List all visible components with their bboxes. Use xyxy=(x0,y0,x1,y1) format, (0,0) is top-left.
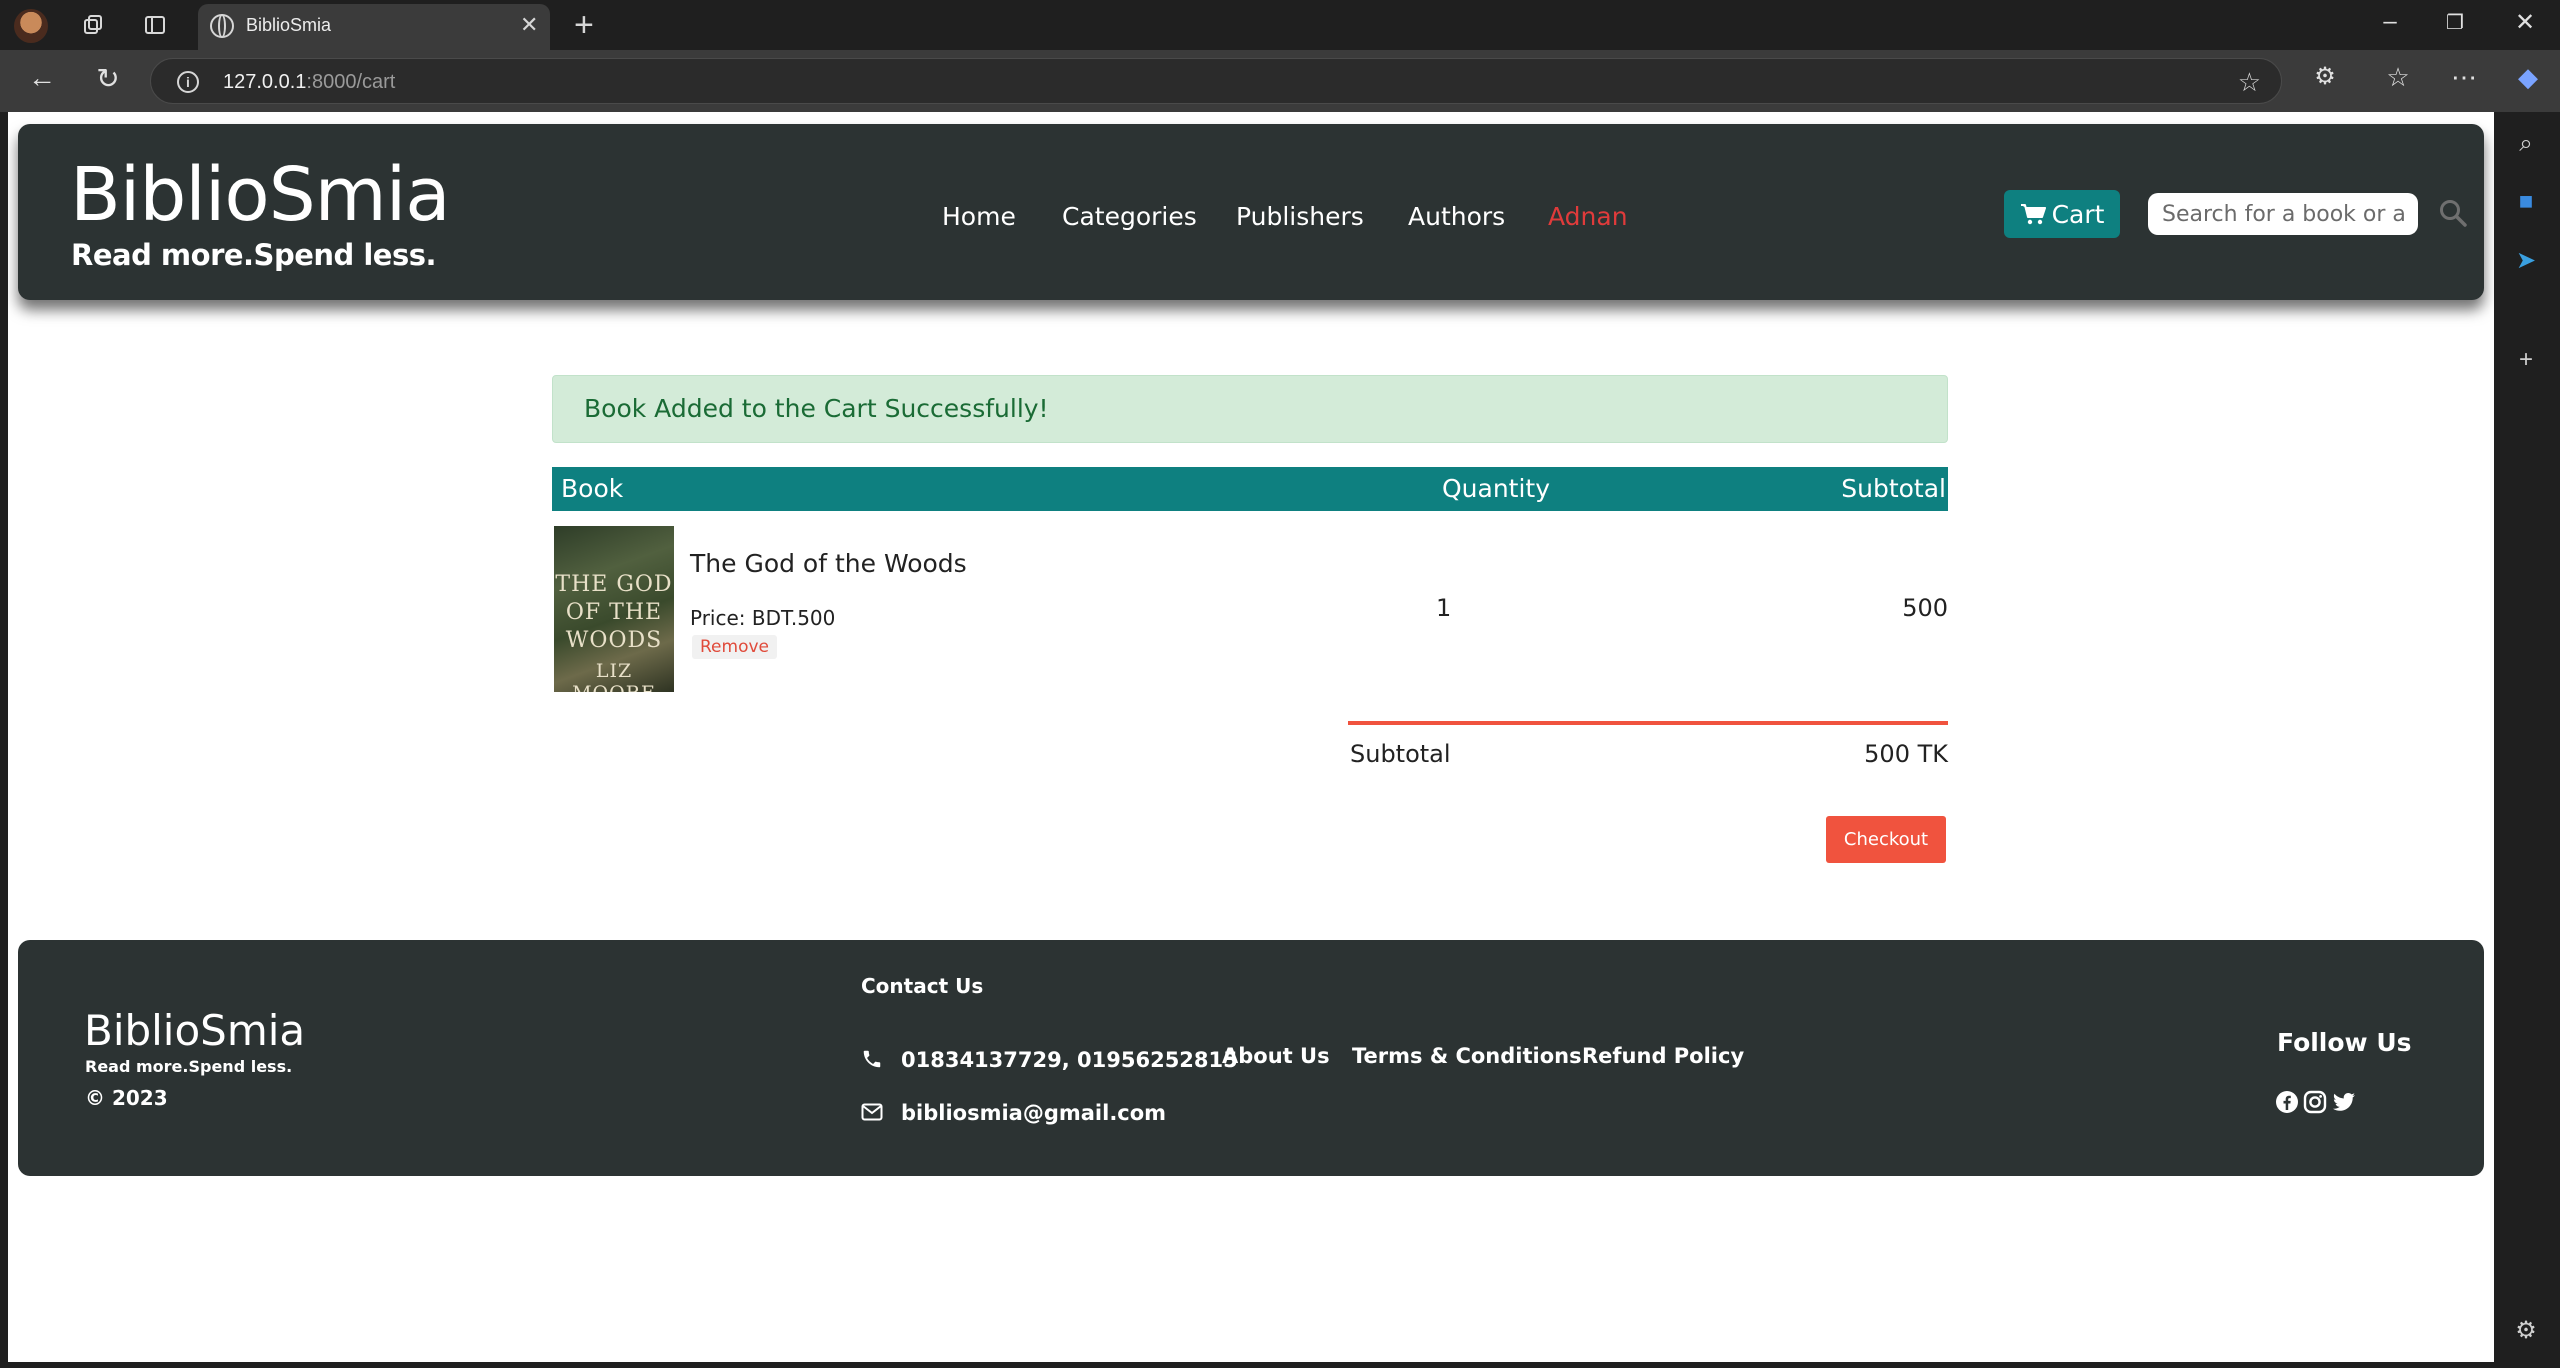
outlook-icon[interactable]: ■ xyxy=(2508,184,2544,220)
footer-link-refund[interactable]: Refund Policy xyxy=(1582,1044,1744,1068)
nav-publishers[interactable]: Publishers xyxy=(1236,202,1364,231)
checkout-button[interactable]: Checkout xyxy=(1826,816,1946,863)
tab-title: BiblioSmia xyxy=(246,15,332,35)
summary-label: Subtotal xyxy=(1350,740,1451,768)
settings-icon[interactable]: ⚙ xyxy=(2508,1312,2544,1348)
minimize-icon[interactable]: – xyxy=(2370,8,2410,36)
column-subtotal: Subtotal xyxy=(1841,474,1946,503)
summary-divider xyxy=(1348,721,1948,725)
extensions-icon[interactable]: ⚙ xyxy=(2305,62,2345,91)
window-close-icon[interactable]: ✕ xyxy=(2505,8,2545,37)
more-menu-icon[interactable]: ⋯ xyxy=(2444,62,2484,93)
site-footer: BiblioSmia Read more.Spend less. © 2023 … xyxy=(18,940,2484,1176)
nav-home[interactable]: Home xyxy=(942,202,1016,231)
footer-tagline: Read more.Spend less. xyxy=(85,1057,293,1076)
browser-side-panel: ⌕ ■ ➤ + ⚙ xyxy=(2494,112,2560,1368)
url-text: 127.0.0.1:8000/cart xyxy=(223,71,396,93)
facebook-icon[interactable] xyxy=(2275,1090,2299,1114)
close-tab-icon[interactable]: ✕ xyxy=(520,12,538,38)
profile-avatar[interactable] xyxy=(14,9,48,43)
item-subtotal: 500 xyxy=(1902,594,1948,622)
cart-table-header: Book Quantity Subtotal xyxy=(552,467,1948,511)
book-title[interactable]: The God of the Woods xyxy=(690,549,967,578)
twitter-icon[interactable] xyxy=(2332,1090,2356,1114)
nav-categories[interactable]: Categories xyxy=(1062,202,1197,231)
search-sidebar-icon[interactable]: ⌕ xyxy=(2508,126,2544,162)
nav-authors[interactable]: Authors xyxy=(1408,202,1505,231)
workspaces-icon[interactable] xyxy=(76,8,110,42)
footer-link-terms[interactable]: Terms & Conditions xyxy=(1352,1044,1582,1068)
search-input[interactable] xyxy=(2148,193,2418,235)
cart-button[interactable]: Cart xyxy=(2004,190,2120,238)
favorite-star-icon[interactable]: ☆ xyxy=(2238,67,2261,98)
book-price: Price: BDT.500 xyxy=(690,606,836,630)
new-tab-icon[interactable]: + xyxy=(574,6,594,45)
item-quantity: 1 xyxy=(1436,594,1452,622)
footer-copyright: © 2023 xyxy=(85,1086,168,1110)
browser-tab-bar: BiblioSmia ✕ + – ❐ ✕ xyxy=(0,0,2560,50)
summary-total: 500 TK xyxy=(1864,740,1948,768)
contact-email[interactable]: bibliosmia@gmail.com xyxy=(901,1101,1166,1125)
address-bar[interactable]: i 127.0.0.1:8000/cart ☆ xyxy=(150,58,2282,104)
phone-icon xyxy=(863,1050,881,1068)
globe-icon xyxy=(210,14,234,38)
follow-title: Follow Us xyxy=(2277,1028,2412,1057)
email-icon xyxy=(861,1103,883,1121)
contact-phone[interactable]: 01834137729, 01956252815 xyxy=(901,1048,1238,1072)
cart-icon xyxy=(2020,204,2046,225)
footer-link-about[interactable]: About Us xyxy=(1222,1044,1330,1068)
site-info-icon[interactable]: i xyxy=(177,71,199,93)
site-header: BiblioSmia Read more.Spend less. Home Ca… xyxy=(18,124,2484,300)
site-logo[interactable]: BiblioSmia xyxy=(70,152,451,238)
tab-actions-icon[interactable] xyxy=(138,8,172,42)
remove-button[interactable]: Remove xyxy=(692,635,777,659)
footer-logo[interactable]: BiblioSmia xyxy=(84,1006,305,1055)
cart-label: Cart xyxy=(2051,199,2105,229)
add-sidebar-icon[interactable]: + xyxy=(2508,342,2544,378)
back-icon[interactable]: ← xyxy=(22,62,62,94)
column-book: Book xyxy=(561,474,624,503)
search-icon[interactable] xyxy=(2438,198,2468,228)
contact-title: Contact Us xyxy=(861,974,984,998)
success-alert: Book Added to the Cart Successfully! xyxy=(552,375,1948,443)
page-viewport: BiblioSmia Read more.Spend less. Home Ca… xyxy=(8,112,2494,1362)
site-tagline: Read more.Spend less. xyxy=(71,238,437,272)
browser-toolbar: ← ↻ i 127.0.0.1:8000/cart ☆ ⚙ ☆ ⋯ ◆ xyxy=(0,50,2560,112)
instagram-icon[interactable] xyxy=(2303,1090,2327,1114)
column-quantity: Quantity xyxy=(1442,474,1551,503)
book-cover-image[interactable]: THE GOD OF THE WOODS LIZ MOORE xyxy=(554,526,674,692)
nav-user-account[interactable]: Adnan xyxy=(1548,202,1628,231)
copilot-icon[interactable]: ◆ xyxy=(2508,62,2548,93)
reload-icon[interactable]: ↻ xyxy=(88,62,128,95)
restore-icon[interactable]: ❐ xyxy=(2435,10,2475,35)
favorites-icon[interactable]: ☆ xyxy=(2378,62,2418,93)
send-icon[interactable]: ➤ xyxy=(2508,242,2544,278)
